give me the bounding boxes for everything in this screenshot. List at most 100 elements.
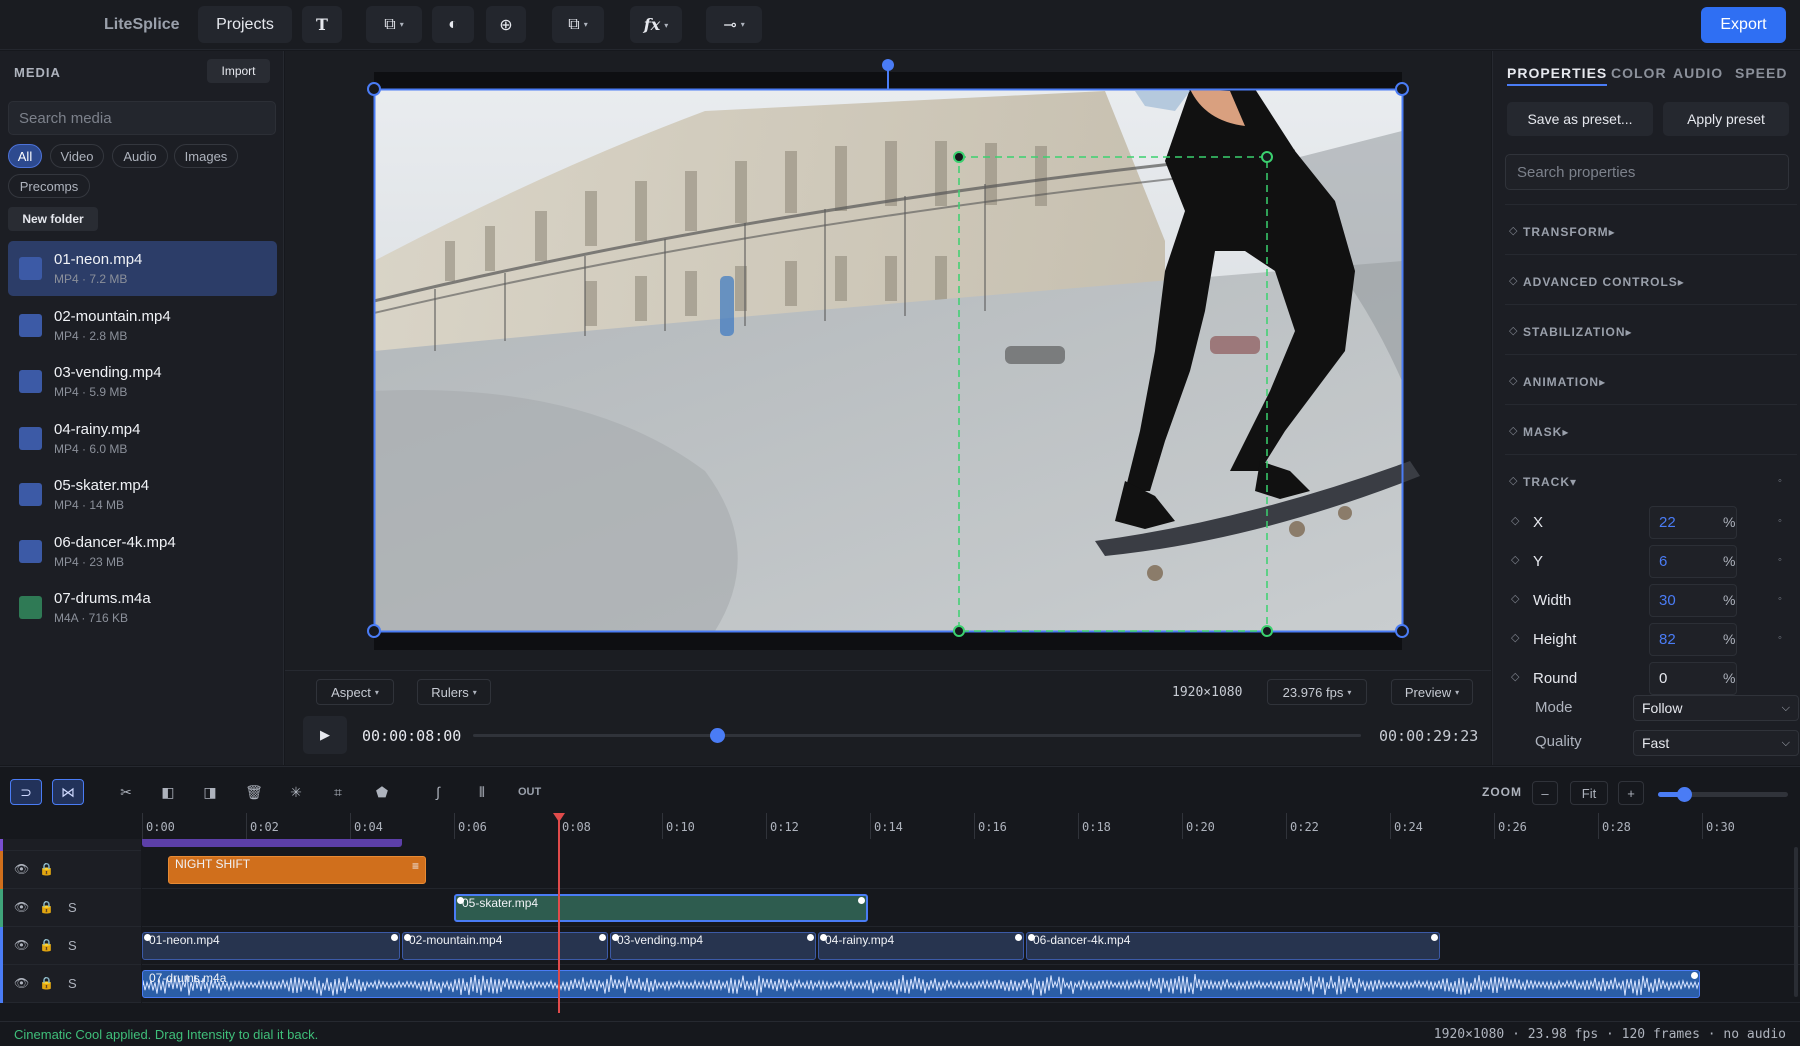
video-clip[interactable]: 04-rainy.mp4 — [818, 932, 1024, 960]
color-adjust-icon[interactable]: ◐ — [432, 6, 474, 43]
track-handle[interactable] — [1261, 151, 1273, 163]
scissors-icon[interactable]: ✂ — [110, 779, 142, 805]
ripple-toggle-icon[interactable]: ⋈ — [52, 779, 84, 805]
preview-dropdown[interactable]: Preview ▾ — [1391, 679, 1473, 705]
media-item[interactable]: 05-skater.mp4 MP4 · 14 MB — [8, 467, 277, 522]
overlay-tool[interactable]: ⧉ ▾ — [552, 6, 604, 43]
section-stabilization[interactable]: ◇ STABILIZATION▸ — [1505, 304, 1797, 354]
filter-chip-audio[interactable]: Audio — [112, 144, 168, 168]
timeline-ruler[interactable]: 0:00 0:02 0:04 0:06 0:08 0:10 0:12 0:14 0:16 0:18… — [142, 813, 1800, 839]
section-mask[interactable]: ◇ MASK▸ — [1505, 404, 1797, 454]
broll-clip[interactable]: 05-skater.mp4 — [454, 894, 868, 922]
tab-properties[interactable]: PROPERTIES — [1507, 65, 1608, 86]
clock-icon[interactable]: ◦ — [1778, 475, 1783, 487]
apply-preset-button[interactable]: Apply preset — [1663, 102, 1789, 136]
curve-icon[interactable]: ∫ — [422, 779, 454, 805]
keyframe-diamond-icon[interactable]: ◇ — [1511, 514, 1519, 527]
audio-levels-icon[interactable]: ⫴ — [466, 779, 498, 805]
snap-toggle-icon[interactable]: ⊃ — [10, 779, 42, 805]
section-advanced-controls[interactable]: ◇ ADVANCED CONTROLS▸ — [1505, 254, 1797, 304]
resize-handle[interactable] — [1395, 82, 1409, 96]
timeline-scrollbar[interactable] — [1794, 847, 1798, 997]
tab-color[interactable]: COLOR — [1611, 65, 1667, 81]
new-folder-button[interactable]: New folder — [8, 207, 98, 231]
marker-icon[interactable]: ⬟ — [366, 779, 398, 805]
section-animation[interactable]: ◇ ANIMATION▸ — [1505, 354, 1797, 404]
split-right-icon[interactable]: ◨ — [194, 779, 226, 805]
video-canvas[interactable] — [285, 51, 1491, 670]
media-item[interactable]: 03-vending.mp4 MP4 · 5.9 MB — [8, 354, 277, 409]
solo-toggle[interactable]: S — [68, 938, 77, 953]
split-left-icon[interactable]: ◧ — [152, 779, 184, 805]
filter-chip-images[interactable]: Images — [174, 144, 238, 168]
clock-icon[interactable]: ◦ — [1778, 515, 1782, 527]
trash-icon[interactable]: 🗑 — [238, 779, 270, 805]
media-item[interactable]: 07-drums.m4a M4A · 716 KB — [8, 580, 277, 635]
tab-speed[interactable]: SPEED — [1735, 65, 1787, 81]
keyframe-diamond-icon[interactable]: ◇ — [1511, 670, 1519, 683]
rotate-handle[interactable] — [882, 59, 894, 71]
out-point-label[interactable]: OUT — [518, 786, 541, 798]
eye-icon[interactable]: 👁 — [14, 976, 29, 990]
clock-icon[interactable]: ◦ — [1778, 554, 1782, 566]
media-item[interactable]: 06-dancer-4k.mp4 MP4 · 23 MB — [8, 524, 277, 579]
clip-partial[interactable] — [142, 839, 402, 847]
shapes-tool[interactable]: ⧉ ▾ — [366, 6, 422, 43]
lock-icon[interactable]: 🔒 — [39, 938, 54, 952]
save-preset-button[interactable]: Save as preset... — [1507, 102, 1653, 136]
quality-select[interactable]: Fast ⌵ — [1633, 730, 1799, 756]
video-clip[interactable]: 02-mountain.mp4 — [402, 932, 608, 960]
clip-trim-handle[interactable] — [1028, 934, 1035, 941]
solo-toggle[interactable]: S — [68, 976, 77, 991]
zoom-slider-handle[interactable] — [1677, 787, 1692, 802]
projects-button[interactable]: Projects — [198, 6, 292, 43]
title-clip[interactable]: NIGHT SHIFT ≡ — [168, 856, 426, 884]
video-clip[interactable]: 01-neon.mp4 — [142, 932, 400, 960]
zoom-in-button[interactable]: + — [1618, 781, 1644, 805]
export-button[interactable]: Export — [1701, 7, 1786, 43]
resize-handle[interactable] — [367, 624, 381, 638]
audio-clip[interactable]: 07-drums.m4a — [142, 970, 1700, 998]
media-item[interactable]: 02-mountain.mp4 MP4 · 2.8 MB — [8, 298, 277, 353]
media-search-input[interactable] — [8, 101, 276, 135]
properties-search-input[interactable] — [1505, 154, 1789, 190]
resize-handle[interactable] — [367, 82, 381, 96]
scrub-bar[interactable] — [473, 728, 1361, 743]
freeze-icon[interactable]: ✳ — [280, 779, 312, 805]
section-track[interactable]: ◇ TRACK▾ ◦ — [1505, 454, 1797, 504]
clip-trim-handle[interactable] — [858, 897, 865, 904]
clip-trim-handle[interactable] — [1691, 972, 1698, 979]
clock-icon[interactable]: ◦ — [1778, 632, 1782, 644]
eye-icon[interactable]: 👁 — [14, 938, 29, 952]
clip-trim-handle[interactable] — [599, 934, 606, 941]
scrub-handle[interactable] — [710, 728, 726, 743]
toggle-tool[interactable]: ⊸ ▾ — [706, 6, 762, 43]
filter-chip-precomps[interactable]: Precomps — [8, 174, 90, 198]
clip-trim-handle[interactable] — [404, 934, 411, 941]
track-handle[interactable] — [1261, 625, 1273, 637]
tab-audio[interactable]: AUDIO — [1673, 65, 1723, 81]
track-handle[interactable] — [953, 625, 965, 637]
video-clip[interactable]: 03-vending.mp4 — [610, 932, 816, 960]
filter-chip-video[interactable]: Video — [50, 144, 104, 168]
import-button[interactable]: Import — [207, 59, 270, 83]
keyframe-diamond-icon[interactable]: ◇ — [1511, 631, 1519, 644]
clip-trim-handle[interactable] — [807, 934, 814, 941]
filter-chip-all[interactable]: All — [8, 144, 42, 168]
clip-trim-handle[interactable] — [391, 934, 398, 941]
keyframe-diamond-icon[interactable]: ◇ — [1511, 553, 1519, 566]
mode-select[interactable]: Follow ⌵ — [1633, 695, 1799, 721]
clip-trim-handle[interactable] — [144, 934, 151, 941]
resize-handle[interactable] — [1395, 624, 1409, 638]
fps-dropdown[interactable]: 23.976 fps ▾ — [1267, 679, 1367, 705]
text-tool-icon[interactable]: T — [302, 6, 342, 43]
eye-icon[interactable]: 👁 — [14, 900, 29, 914]
section-transform[interactable]: ◇ TRANSFORM▸ — [1505, 204, 1797, 254]
media-item[interactable]: 04-rainy.mp4 MP4 · 6.0 MB — [8, 411, 277, 466]
clip-trim-handle[interactable] — [612, 934, 619, 941]
zoom-slider[interactable] — [1658, 787, 1788, 802]
clip-trim-handle[interactable] — [457, 897, 464, 904]
zoom-out-button[interactable]: – — [1532, 781, 1558, 805]
track-handle[interactable] — [953, 151, 965, 163]
video-clip[interactable]: 06-dancer-4k.mp4 — [1026, 932, 1440, 960]
